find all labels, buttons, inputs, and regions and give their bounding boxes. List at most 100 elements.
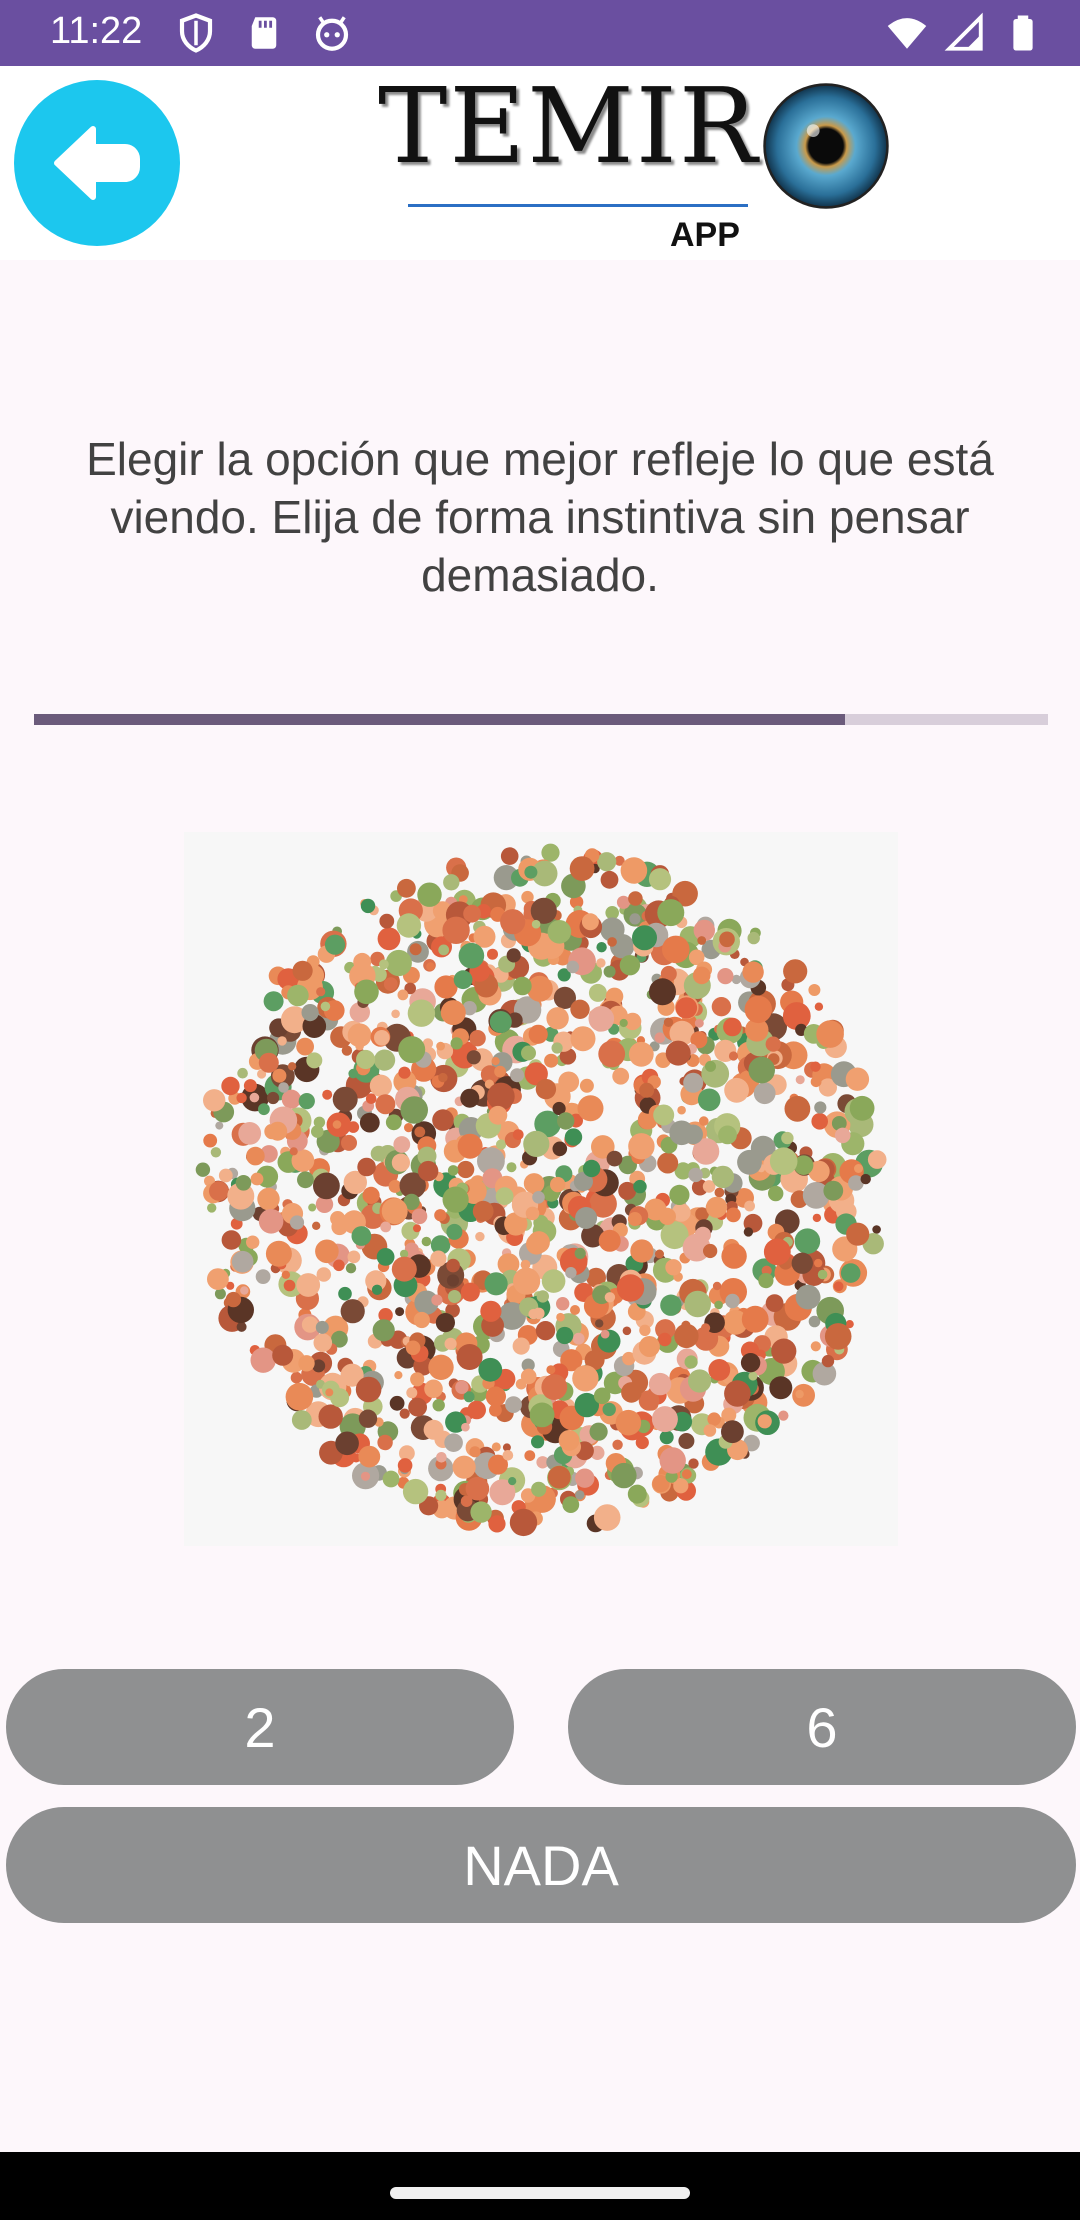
plate-dot	[552, 1141, 568, 1157]
plate-dot	[706, 1196, 728, 1218]
plate-dot	[207, 1203, 217, 1213]
plate-dot	[662, 935, 690, 964]
home-gesture-handle[interactable]	[390, 2187, 690, 2199]
plate-dot	[398, 1036, 426, 1064]
plate-dot	[616, 1274, 645, 1302]
plate-dot	[289, 1215, 305, 1230]
plate-dot	[823, 1180, 844, 1201]
plate-dot	[743, 1227, 754, 1237]
plate-dot	[385, 1114, 402, 1131]
plate-dot	[502, 1450, 514, 1461]
plate-dot	[250, 1347, 276, 1373]
plate-dot	[395, 1307, 405, 1317]
plate-dot	[632, 925, 657, 951]
answer-button-option-b[interactable]: 6	[568, 1669, 1076, 1785]
plate-dot	[651, 1406, 678, 1433]
plate-dot	[246, 1146, 265, 1166]
plate-dot	[521, 1045, 536, 1061]
plate-dot	[452, 1455, 476, 1479]
plate-dot	[557, 1112, 575, 1130]
plate-dot	[536, 1290, 549, 1303]
plate-dot	[369, 1074, 392, 1097]
plate-dot	[781, 1131, 794, 1145]
plate-dot	[355, 1041, 364, 1051]
plate-dot	[581, 913, 599, 931]
plate-dot	[380, 1221, 392, 1233]
wifi-icon	[887, 18, 927, 49]
plate-dot	[795, 1284, 821, 1310]
plate-dot	[383, 977, 398, 991]
plate-dot	[398, 1066, 411, 1079]
plate-dot	[724, 1380, 751, 1407]
plate-dot	[598, 1229, 621, 1252]
plate-dot	[316, 987, 326, 997]
plate-dot	[246, 1235, 260, 1249]
answer-button-none[interactable]: NADA	[6, 1807, 1076, 1923]
plate-dot	[658, 1207, 676, 1225]
plate-dot	[778, 1410, 789, 1421]
plate-dot	[391, 1153, 410, 1172]
plate-dot	[313, 1172, 340, 1200]
plate-dot	[257, 1187, 280, 1211]
plate-dot	[523, 1173, 545, 1194]
plate-dot	[207, 1268, 229, 1290]
plate-dot	[717, 968, 734, 985]
plate-dot	[399, 1408, 410, 1419]
app-header: TEMIR APP	[0, 66, 1080, 260]
plate-dot	[379, 959, 389, 970]
plate-dot	[320, 1001, 331, 1012]
plate-dot	[657, 1152, 679, 1174]
plate-dot	[240, 1286, 249, 1295]
plate-dot	[612, 1439, 623, 1450]
plate-dot	[681, 1469, 692, 1480]
plate-dot	[513, 1267, 541, 1295]
plate-dot	[225, 1291, 242, 1308]
plate-dot	[524, 1450, 536, 1461]
plate-dot	[834, 1127, 851, 1144]
plate-dot	[381, 1198, 408, 1225]
plate-dot	[619, 955, 641, 976]
plate-dot	[556, 1326, 574, 1345]
plate-dot	[470, 1501, 492, 1523]
answer-button-option-a[interactable]: 2	[6, 1669, 514, 1785]
plate-dot	[723, 1017, 742, 1037]
plate-dot	[570, 1305, 580, 1315]
plate-dot	[195, 1162, 211, 1177]
plate-dot	[550, 1176, 566, 1193]
plate-dot	[602, 1402, 616, 1417]
plate-dot	[391, 1009, 400, 1019]
plate-dot	[615, 1409, 642, 1436]
plate-dot	[467, 1400, 487, 1420]
plate-dot	[354, 979, 379, 1005]
plate-dot	[308, 1203, 317, 1212]
plate-dot	[413, 1224, 421, 1233]
sd-card-icon	[251, 17, 277, 49]
plate-dot	[379, 913, 395, 929]
plate-dot	[509, 1508, 538, 1537]
plate-dot	[606, 1150, 623, 1167]
plate-dot	[653, 1104, 675, 1126]
plate-dot	[531, 1435, 545, 1449]
plate-dot	[382, 1470, 400, 1488]
plate-dot	[289, 1147, 298, 1156]
plate-dot	[860, 1173, 871, 1185]
plate-dot	[333, 1259, 345, 1272]
plate-dot	[405, 1340, 421, 1356]
logo-underline	[408, 204, 748, 207]
back-button[interactable]	[14, 80, 180, 246]
plate-dot	[814, 1258, 823, 1268]
plate-dot	[742, 961, 764, 983]
plate-dot	[265, 1240, 292, 1267]
plate-dot	[551, 1042, 563, 1054]
plate-dot	[528, 1024, 548, 1044]
plate-dot	[740, 1353, 761, 1373]
plate-dot	[472, 1200, 494, 1222]
plate-dot	[324, 934, 346, 955]
plate-dot	[718, 1125, 737, 1145]
plate-dot	[277, 1036, 287, 1046]
plate-dot	[612, 1067, 630, 1085]
plate-dot	[577, 1095, 604, 1122]
plate-dot	[335, 1431, 359, 1456]
plate-dot	[872, 1225, 881, 1234]
plate-dot	[356, 1049, 376, 1070]
